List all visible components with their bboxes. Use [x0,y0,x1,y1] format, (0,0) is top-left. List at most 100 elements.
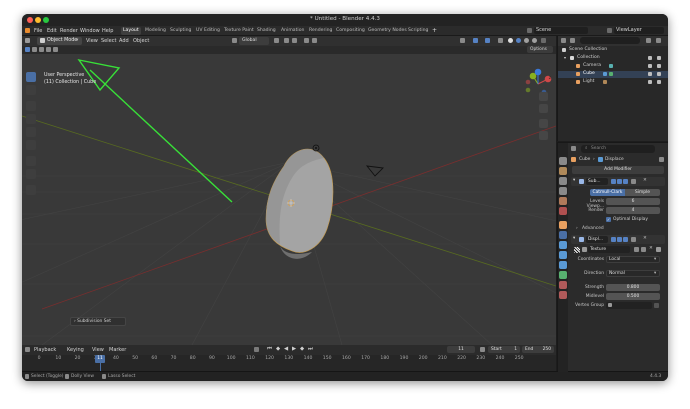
subsurf-dropdown-icon[interactable] [631,179,636,184]
data-props-icon[interactable] [559,271,567,279]
editor-type-icon[interactable] [25,38,30,43]
viewport-menu-object[interactable]: Object [133,38,149,44]
view-layer-selector[interactable]: ViewLayer [614,27,664,34]
subsurf-render-icon[interactable] [623,179,628,184]
displace-dropdown-icon[interactable] [631,237,636,242]
ortho-toggle-icon[interactable] [539,131,548,140]
add-cube-tool-icon[interactable] [26,185,36,195]
viewport-menu-add[interactable]: Add [119,38,129,44]
shading-options-icon[interactable] [541,38,546,43]
material-props-icon[interactable] [559,281,567,289]
optimal-display-checkbox[interactable]: ✓ [606,217,611,222]
tab-texture-paint[interactable]: Texture Paint [222,27,256,35]
tab-sculpting[interactable]: Sculpting [168,27,193,35]
scene-selector[interactable]: Scene [534,27,588,34]
render-levels-field[interactable]: 4 [606,207,660,214]
timeline-keying-menu[interactable]: Keying [67,347,84,353]
add-modifier-button[interactable]: Add Modifier [572,166,664,174]
tab-modeling[interactable]: Modeling [143,27,168,35]
timeline-marker-menu[interactable]: Marker [109,347,126,353]
tab-shading[interactable]: Shading [255,27,278,35]
xray-toggle-icon[interactable] [498,38,503,43]
snap-icon[interactable] [284,38,289,43]
jump-end-icon[interactable]: ⏭ [308,346,313,353]
displace-realtime-icon[interactable] [617,237,622,242]
texture-unlink-icon[interactable]: ✕ [649,246,653,251]
constraints-props-icon[interactable] [559,261,567,269]
texture-browse-icon[interactable] [582,247,587,252]
add-workspace-icon[interactable]: + [432,27,437,34]
select-intersect-icon[interactable] [53,47,58,52]
transform-tool-icon[interactable] [26,140,36,150]
autokey-icon[interactable] [254,347,259,352]
texture-preview-icon[interactable] [574,247,580,253]
proportional-edit-icon[interactable] [304,38,309,43]
cube-visibility-icon[interactable] [648,72,652,76]
outliner-search-input[interactable] [580,37,640,44]
menu-file[interactable]: File [34,28,42,34]
light-visibility-icon[interactable] [648,80,652,84]
tab-geometry-nodes[interactable]: Geometry Nodes [366,27,409,35]
collection-render-icon[interactable] [657,56,661,60]
camera-render-icon[interactable] [657,64,661,68]
outliner-scene-collection[interactable]: Scene Collection [558,47,668,54]
render-props-icon[interactable] [559,167,567,175]
subsurf-delete-icon[interactable]: ✕ [643,178,647,183]
transform-orientation-icon[interactable] [232,38,237,43]
menu-render[interactable]: Render [60,28,78,34]
measure-tool-icon[interactable] [26,169,36,179]
menu-help[interactable]: Help [102,28,113,34]
displace-delete-icon[interactable]: ✕ [643,236,647,241]
tab-compositing[interactable]: Compositing [334,27,367,35]
object-mode-dropdown[interactable]: Object Mode ▾ [37,37,82,45]
strength-field[interactable]: 0.800 [606,284,660,291]
options-dropdown[interactable]: Options [527,46,553,53]
texture-fake-user-icon[interactable] [634,247,639,252]
subsurf-modifier-header[interactable]: ▾ Sub... ✕ [571,177,665,186]
displace-render-icon[interactable] [623,237,628,242]
rendered-shading-icon[interactable] [532,38,537,43]
blender-logo-icon[interactable] [25,28,30,33]
navigation-gizmo[interactable] [525,68,552,95]
snap-target-icon[interactable] [292,38,297,43]
texture-duplicate-icon[interactable] [641,247,646,252]
object-props-icon[interactable] [559,221,567,229]
outliner-editor-icon[interactable] [561,38,566,43]
select-invert-icon[interactable] [46,47,51,52]
catmull-clark-toggle[interactable]: Catmull-Clark [590,189,625,196]
tool-props-icon[interactable] [559,157,567,165]
overlay-toggle-icon[interactable] [485,38,490,43]
transform-orientation-dropdown[interactable]: Global [239,37,269,45]
select-box-mode-icon[interactable] [25,47,30,52]
properties-editor-icon[interactable] [571,146,576,151]
prev-keyframe-icon[interactable]: ◆ [276,346,280,352]
timeline-ruler[interactable]: 0102030405060708090100110120130140150160… [22,355,556,371]
3d-viewport[interactable]: User Perspective (11) Collection | Cube … [22,54,556,345]
pan-view-icon[interactable] [539,104,548,113]
material-shading-icon[interactable] [524,38,529,43]
camera-view-icon[interactable] [539,119,548,128]
levels-viewport-field[interactable]: 6 [606,198,660,205]
annotate-tool-icon[interactable] [26,156,36,166]
camera-object-icon[interactable] [365,165,384,177]
viewport-menu-select[interactable]: Select [101,38,116,44]
outliner-filter-icon[interactable] [646,38,651,43]
zoom-view-icon[interactable] [539,92,548,101]
outliner-item-cube[interactable]: Cube [558,71,668,78]
playhead-frame[interactable]: 11 [95,355,105,363]
view-layer-icon[interactable] [607,28,612,33]
current-frame-field[interactable]: 11 [447,346,475,353]
view-layer-props-icon[interactable] [559,187,567,195]
menu-edit[interactable]: Edit [47,28,57,34]
simple-toggle[interactable]: Simple [625,189,660,196]
end-frame-field[interactable]: End 250 [522,346,554,353]
physics-props-icon[interactable] [559,251,567,259]
select-tool-icon[interactable] [26,72,36,82]
outliner-item-collection[interactable]: ▾ Collection [558,55,668,62]
cursor-tool-icon[interactable] [26,85,36,95]
texture-name-field[interactable]: Texture [588,246,630,253]
subsurf-name-field[interactable]: Sub... [586,178,608,185]
timeline-editor-icon[interactable] [25,347,30,352]
camera-visibility-icon[interactable] [648,64,652,68]
solid-shading-icon[interactable] [516,38,521,43]
